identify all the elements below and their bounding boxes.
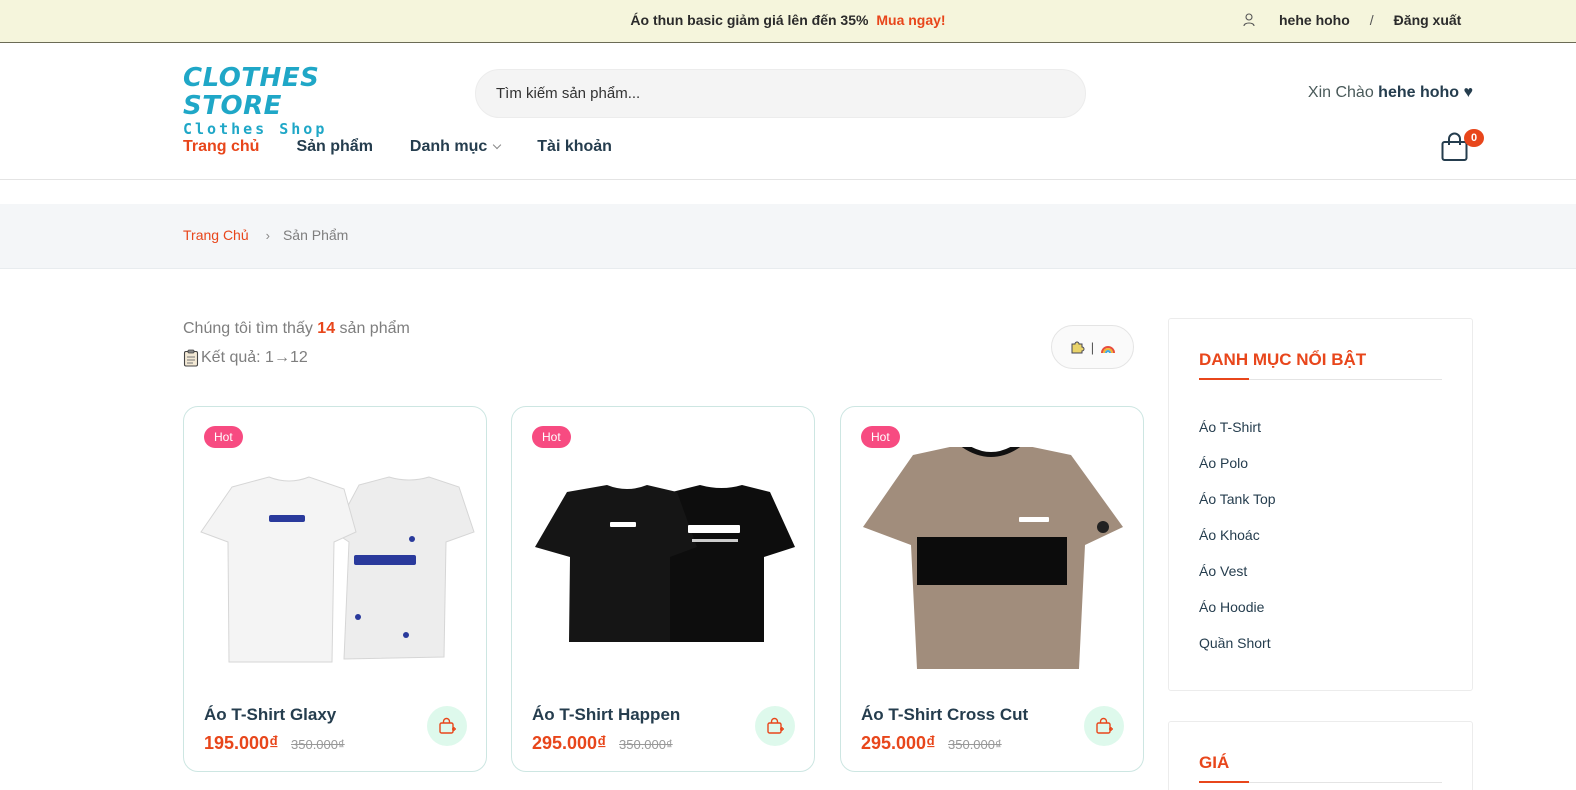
title-accent-bar [1199,378,1249,380]
product-name[interactable]: Áo T-Shirt Happen [532,705,680,725]
hot-badge: Hot [204,426,243,448]
product-old-price: 350.000₫ [948,737,1002,752]
main-nav: Trang chủ Sản phẩm Danh mục Tài khoản [183,138,612,156]
range-text: Kết quả: 1→12 [201,349,308,366]
chevron-down-icon [493,140,502,150]
add-to-cart-icon [439,717,456,734]
product-image[interactable] [184,447,487,687]
greeting-name: hehe hoho ♥ [1378,84,1473,101]
breadcrumb-home-link[interactable]: Trang Chủ [183,227,249,243]
found-count: 14 [317,320,336,337]
nav-item-categories[interactable]: Danh mục [409,138,502,156]
category-item[interactable]: Áo Tank Top [1199,490,1276,526]
logo-subtitle: Clothes Shop [183,120,328,138]
nav-item-categories-label: Danh mục [409,138,488,155]
found-prefix: Chúng tôi tìm thấy [183,320,313,337]
add-to-cart-button[interactable] [755,706,795,746]
logout-link[interactable]: Đăng xuất [1394,12,1462,28]
price-filter-title: GIÁ [1199,753,1230,772]
hot-badge: Hot [861,426,900,448]
category-item[interactable]: Áo Hoodie [1199,598,1276,634]
add-to-cart-icon [1096,717,1113,734]
product-card[interactable]: Hot Áo T-Shirt Cross Cut 295.000₫ 350.00… [840,406,1144,772]
search-input[interactable] [475,69,1086,118]
found-suffix: sản phẩm [339,320,410,337]
featured-categories-panel: DANH MỤC NỔI BẬT Áo T-Shirt Áo Polo Áo T… [1168,318,1473,691]
breadcrumb: Trang Chủ › Sản Phẩm [0,204,1576,269]
logo-title: CLOTHES STORE [183,63,320,121]
account-username-link[interactable]: hehe hoho [1279,12,1350,28]
breadcrumb-current: Sản Phẩm [282,227,349,243]
nav-item-home[interactable]: Trang chủ [183,138,259,156]
product-image[interactable] [841,447,1144,687]
header-divider [0,179,1576,180]
promo-cta-link[interactable]: Mua ngay! [876,12,945,28]
product-name[interactable]: Áo T-Shirt Glaxy [204,705,336,725]
product-price: 295.000₫ [532,733,607,753]
rainbow-icon[interactable] [1100,339,1116,355]
add-to-cart-icon [767,717,784,734]
product-card[interactable]: Hot Áo T-Shirt Glaxy 195.000₫ 350.000₫ [183,406,487,772]
category-item[interactable]: Quần Short [1199,634,1276,670]
add-to-cart-button[interactable] [1084,706,1124,746]
user-icon [1243,13,1255,27]
clipboard-icon [183,349,199,367]
promo-text: Áo thun basic giảm giá lên đến 35% [630,12,869,28]
top-announcement-bar: Áo thun basic giảm giá lên đến 35% Mua n… [0,0,1576,43]
product-old-price: 350.000₫ [291,737,345,752]
product-old-price: 350.000₫ [619,737,673,752]
sort-divider: | [1090,339,1095,355]
category-item[interactable]: Áo T-Shirt [1199,418,1276,454]
user-separator: / [1369,12,1374,28]
product-name[interactable]: Áo T-Shirt Cross Cut [861,705,1028,725]
product-price: 195.000₫ [204,733,279,753]
greeting-prefix: Xin Chào [1307,84,1374,101]
store-logo[interactable]: CLOTHES STORE Clothes Shop [183,64,358,138]
category-item[interactable]: Áo Khoác [1199,526,1276,562]
product-price: 295.000₫ [861,733,936,753]
user-greeting: Xin Chào hehe hoho ♥ [1308,84,1473,102]
hot-badge: Hot [532,426,571,448]
cart-count-badge: 0 [1464,129,1484,147]
results-count: Chúng tôi tìm thấy 14 sản phẩm [183,320,410,338]
results-range: Kết quả: 1→12 [183,349,308,367]
product-image[interactable] [512,447,815,687]
sort-options[interactable]: | [1051,325,1134,369]
nav-item-products[interactable]: Sản phẩm [296,138,372,156]
breadcrumb-arrow: › [265,227,270,243]
category-item[interactable]: Áo Vest [1199,562,1276,598]
featured-categories-title: DANH MỤC NỔI BẬT [1199,350,1367,369]
nav-item-account[interactable]: Tài khoản [537,138,612,156]
puzzle-icon[interactable] [1069,339,1085,355]
price-filter-panel: GIÁ [1168,721,1473,790]
category-list: Áo T-Shirt Áo Polo Áo Tank Top Áo Khoác … [1199,418,1276,670]
add-to-cart-button[interactable] [427,706,467,746]
title-accent-bar [1199,781,1249,783]
user-menu: hehe hoho / Đăng xuất [1243,12,1461,28]
product-card[interactable]: Hot Áo T-Shirt Happen 295.000₫ 350.000₫ [511,406,815,772]
category-item[interactable]: Áo Polo [1199,454,1276,490]
